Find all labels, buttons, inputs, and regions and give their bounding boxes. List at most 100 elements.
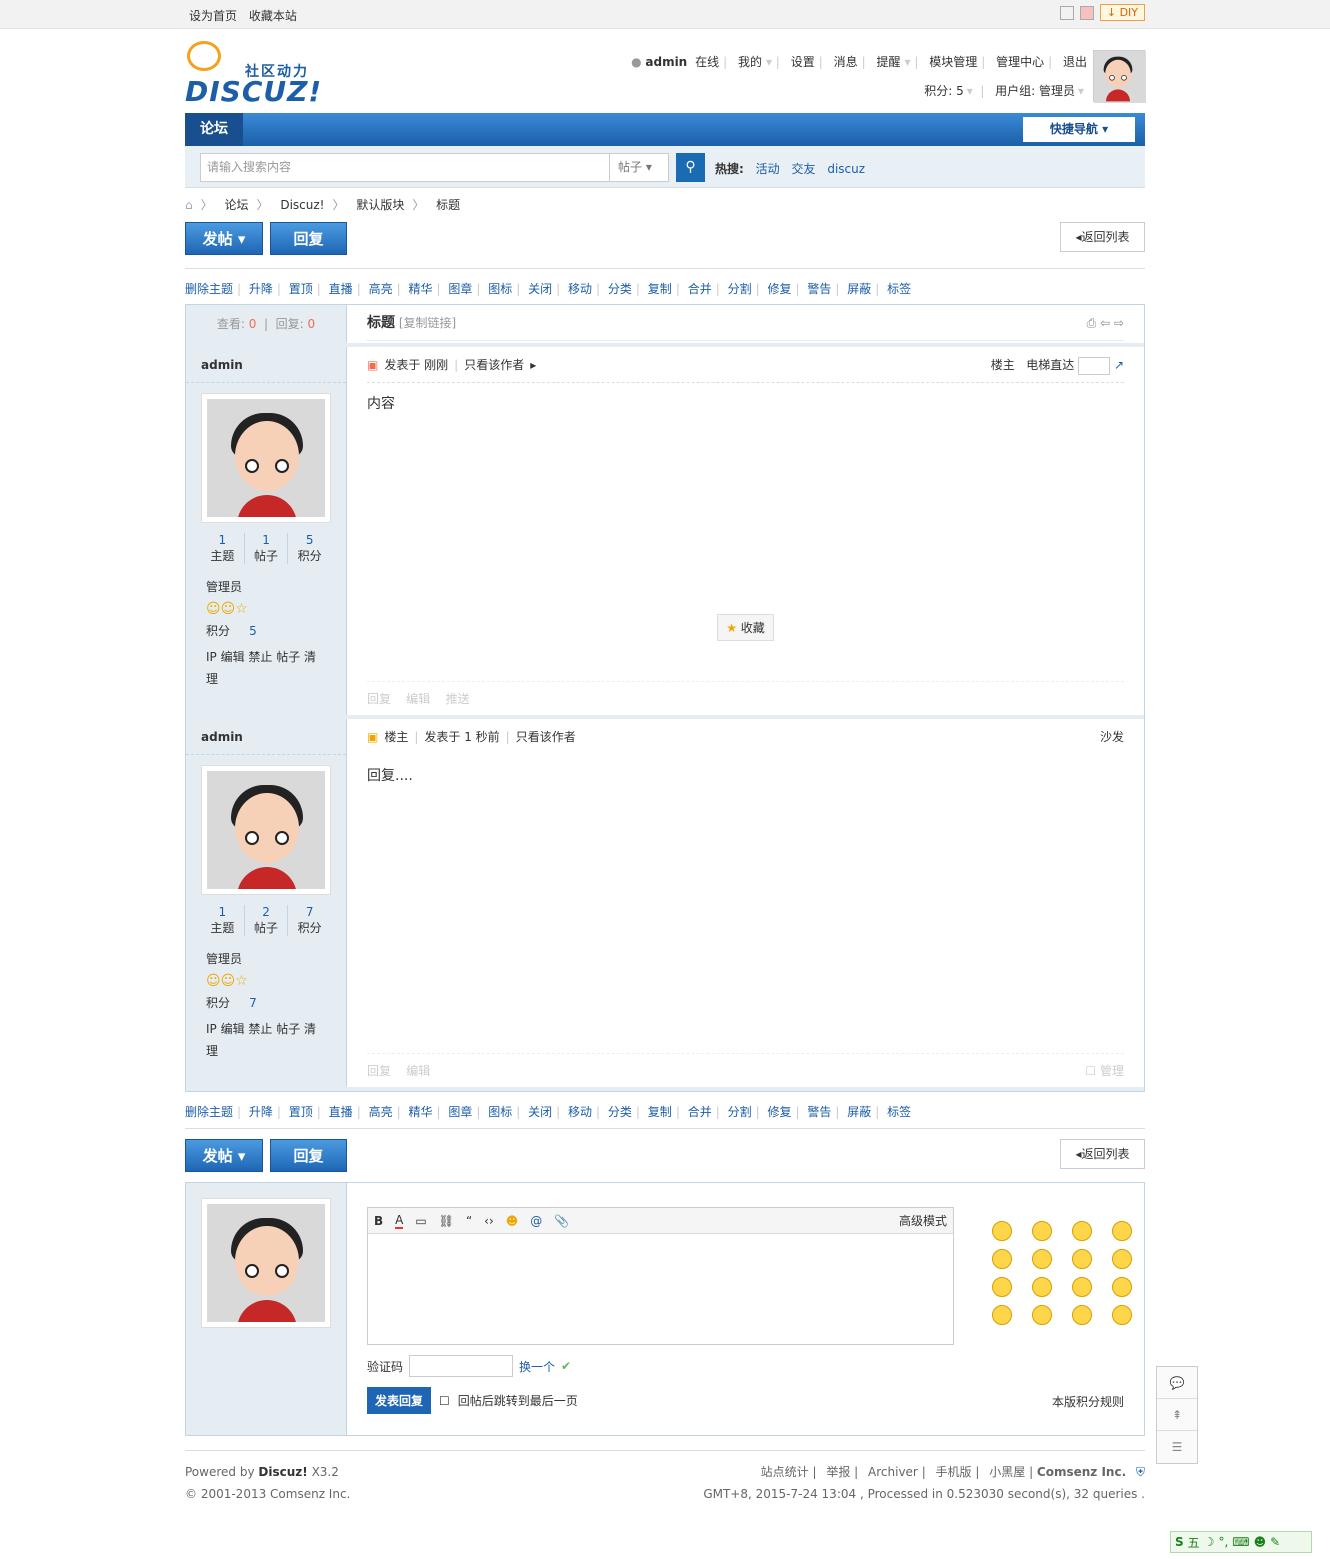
- bold-icon[interactable]: B: [374, 1214, 383, 1228]
- mod-action[interactable]: 关闭: [528, 282, 552, 296]
- reply-textarea[interactable]: [368, 1234, 953, 1344]
- mod-action[interactable]: 删除主题: [185, 282, 233, 296]
- mod-action[interactable]: 修复: [767, 282, 791, 296]
- mod-action[interactable]: 图标: [488, 282, 512, 296]
- logo[interactable]: 社区动力 DISCUZ!: [185, 39, 325, 108]
- sogou-icon[interactable]: S: [1175, 1535, 1184, 1549]
- edit-link[interactable]: 编辑: [406, 692, 430, 706]
- new-post-button[interactable]: 发帖 ▾: [185, 222, 263, 255]
- mod-action[interactable]: 直播: [329, 282, 353, 296]
- mod-action[interactable]: 分割: [728, 282, 752, 296]
- mod-action[interactable]: 标签: [887, 282, 911, 296]
- ime-mode[interactable]: 五: [1188, 1534, 1200, 1551]
- mod-action[interactable]: 分类: [608, 282, 632, 296]
- mod-action[interactable]: 高亮: [369, 282, 393, 296]
- footer-link[interactable]: 手机版: [936, 1465, 972, 1479]
- admin-center-link[interactable]: 管理中心: [996, 55, 1044, 69]
- back-to-top-icon[interactable]: ⇞: [1157, 1399, 1197, 1431]
- footer-link[interactable]: Archiver: [868, 1465, 918, 1479]
- modules-link[interactable]: 模块管理: [929, 55, 977, 69]
- jump-last-checkbox[interactable]: ☐: [439, 1394, 450, 1408]
- mod-action[interactable]: 高亮: [369, 1105, 393, 1119]
- mod-action[interactable]: 复制: [648, 282, 672, 296]
- footer-link[interactable]: 站点统计: [761, 1465, 809, 1479]
- mod-action[interactable]: 修复: [767, 1105, 791, 1119]
- manage-link[interactable]: 管理: [1100, 1064, 1124, 1078]
- back-to-list-button[interactable]: ◂返回列表: [1060, 222, 1145, 252]
- user-avatar[interactable]: [1093, 50, 1146, 103]
- stat-threads[interactable]: 1: [219, 905, 227, 919]
- smiley-icon[interactable]: [1072, 1305, 1092, 1325]
- smiley-icon[interactable]: [1072, 1249, 1092, 1269]
- jump-input[interactable]: [1078, 356, 1111, 375]
- stat-threads[interactable]: 1: [219, 533, 227, 547]
- mod-action[interactable]: 图章: [448, 282, 472, 296]
- advanced-mode-link[interactable]: 高级模式: [899, 1212, 947, 1229]
- back-to-list-button[interactable]: ◂返回列表: [1060, 1139, 1145, 1169]
- attach-icon[interactable]: 📎: [554, 1214, 569, 1228]
- home-icon[interactable]: ⌂: [185, 198, 193, 212]
- usergroup-menu[interactable]: 用户组: 管理员: [995, 84, 1075, 98]
- points-menu[interactable]: 积分: 5: [924, 84, 964, 98]
- smiley-icon[interactable]: [1032, 1249, 1052, 1269]
- prev-thread-icon[interactable]: ⇦: [1100, 316, 1110, 330]
- breadcrumb-item[interactable]: 论坛: [224, 198, 248, 212]
- mod-action[interactable]: 精华: [408, 1105, 432, 1119]
- diy-button[interactable]: ↓ DIY: [1099, 4, 1145, 21]
- favorite-button[interactable]: ★ 收藏: [717, 614, 774, 641]
- mod-action[interactable]: 置顶: [289, 282, 313, 296]
- reply-link[interactable]: 回复: [367, 692, 391, 706]
- stat-credits[interactable]: 7: [306, 905, 314, 919]
- image-icon[interactable]: ▭: [415, 1214, 426, 1228]
- search-icon[interactable]: ⚲: [676, 153, 705, 182]
- mine-menu[interactable]: 我的: [738, 55, 762, 69]
- logout-link[interactable]: 退出: [1063, 55, 1087, 69]
- smiley-icon[interactable]: [1072, 1221, 1092, 1241]
- mod-action[interactable]: 复制: [648, 1105, 672, 1119]
- only-author-link[interactable]: 只看该作者: [516, 730, 576, 744]
- user-group[interactable]: 管理员: [206, 576, 326, 598]
- mod-action[interactable]: 图章: [448, 1105, 472, 1119]
- mod-action[interactable]: 升降: [249, 282, 273, 296]
- mod-action[interactable]: 移动: [568, 1105, 592, 1119]
- smiley-icon[interactable]: [992, 1305, 1012, 1325]
- keyboard-icon[interactable]: ⌨: [1232, 1535, 1249, 1549]
- brand-link[interactable]: Discuz!: [258, 1465, 307, 1479]
- hot-keyword[interactable]: 活动: [756, 162, 780, 176]
- search-type-select[interactable]: 帖子 ▾: [609, 153, 669, 182]
- link-icon[interactable]: ⛓: [439, 1214, 454, 1228]
- mod-action[interactable]: 屏蔽: [847, 1105, 871, 1119]
- quick-nav-button[interactable]: 快捷导航 ▾: [1023, 117, 1135, 142]
- messages-link[interactable]: 消息: [834, 55, 858, 69]
- push-link[interactable]: 推送: [446, 692, 470, 706]
- breadcrumb-item[interactable]: Discuz!: [280, 198, 324, 212]
- post-author[interactable]: admin: [186, 347, 346, 383]
- smiley-icon[interactable]: [992, 1249, 1012, 1269]
- smiley-icon[interactable]: [1032, 1305, 1052, 1325]
- bookmark-link[interactable]: 收藏本站: [249, 9, 297, 23]
- mod-action[interactable]: 屏蔽: [847, 282, 871, 296]
- set-home-link[interactable]: 设为首页: [189, 9, 237, 23]
- theme-icon[interactable]: [1079, 5, 1094, 20]
- code-icon[interactable]: ‹›: [484, 1214, 494, 1228]
- mod-action[interactable]: 警告: [807, 282, 831, 296]
- mod-action[interactable]: 警告: [807, 1105, 831, 1119]
- new-post-button[interactable]: 发帖 ▾: [185, 1139, 263, 1172]
- reply-button[interactable]: 回复: [270, 1139, 347, 1172]
- mod-action[interactable]: 精华: [408, 282, 432, 296]
- mod-action[interactable]: 分类: [608, 1105, 632, 1119]
- font-color-icon[interactable]: A: [395, 1213, 404, 1229]
- mod-action[interactable]: 移动: [568, 282, 592, 296]
- smiley-icon[interactable]: [1112, 1249, 1132, 1269]
- credit-rules-link[interactable]: 本版积分规则: [1052, 1393, 1124, 1410]
- edit-link[interactable]: 编辑: [406, 1064, 430, 1078]
- mod-action[interactable]: 合并: [688, 1105, 712, 1119]
- settings-link[interactable]: 设置: [791, 55, 815, 69]
- footer-link[interactable]: 小黑屋: [989, 1465, 1025, 1479]
- stat-credits[interactable]: 5: [306, 533, 314, 547]
- mod-action[interactable]: 标签: [887, 1105, 911, 1119]
- search-input[interactable]: 请输入搜索内容: [200, 153, 610, 182]
- print-icon[interactable]: ⎙: [1087, 316, 1097, 330]
- author-avatar[interactable]: [201, 765, 331, 895]
- only-author-link[interactable]: 只看该作者: [464, 358, 524, 372]
